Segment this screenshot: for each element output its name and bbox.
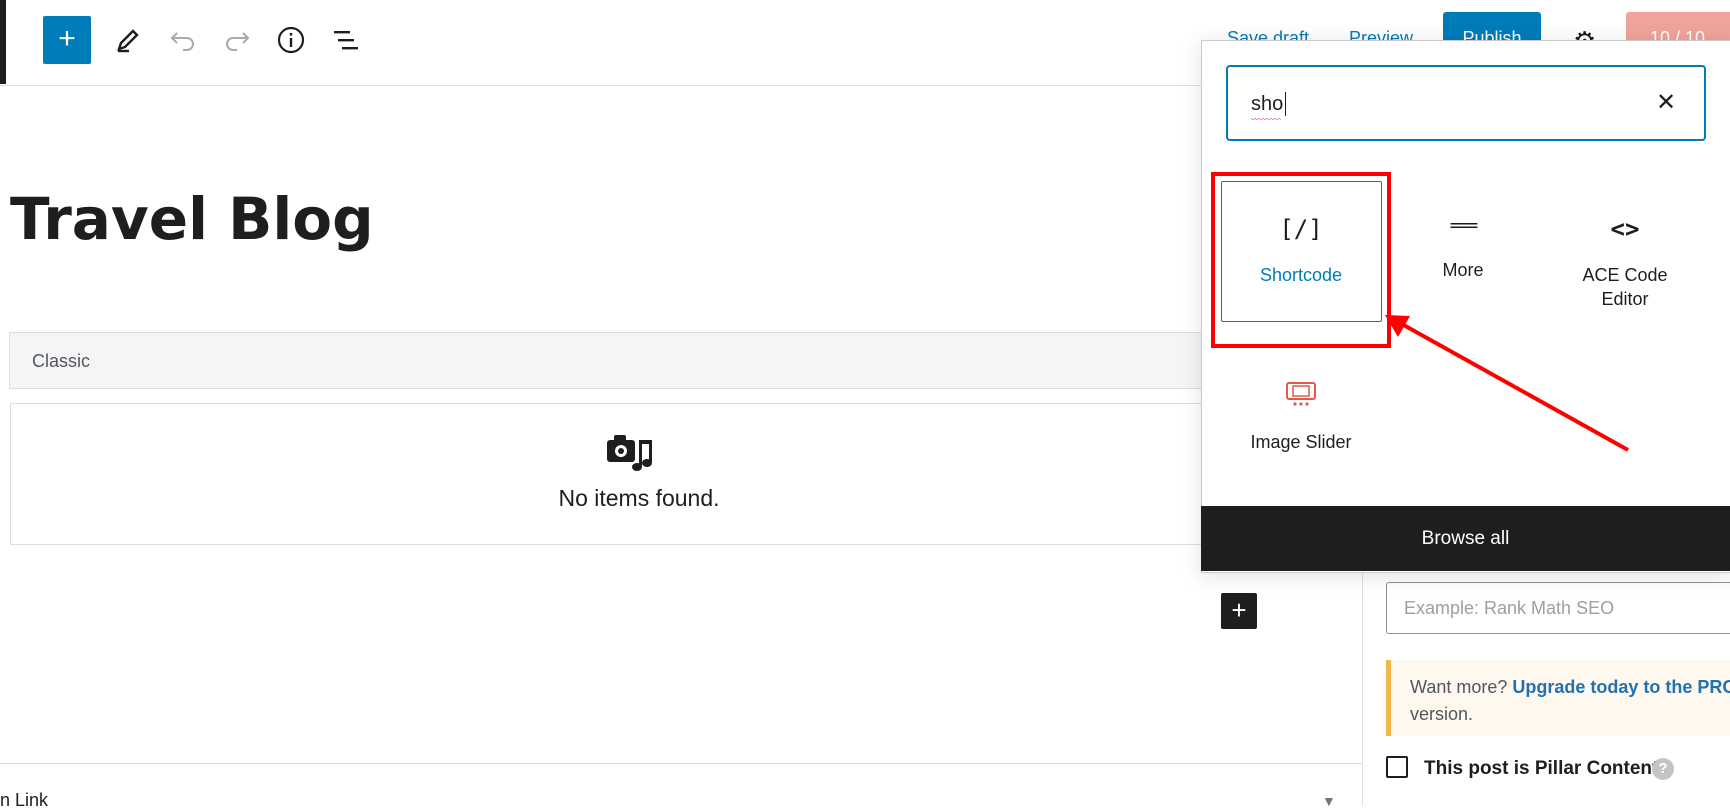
annotation-arrow <box>1385 315 1629 452</box>
